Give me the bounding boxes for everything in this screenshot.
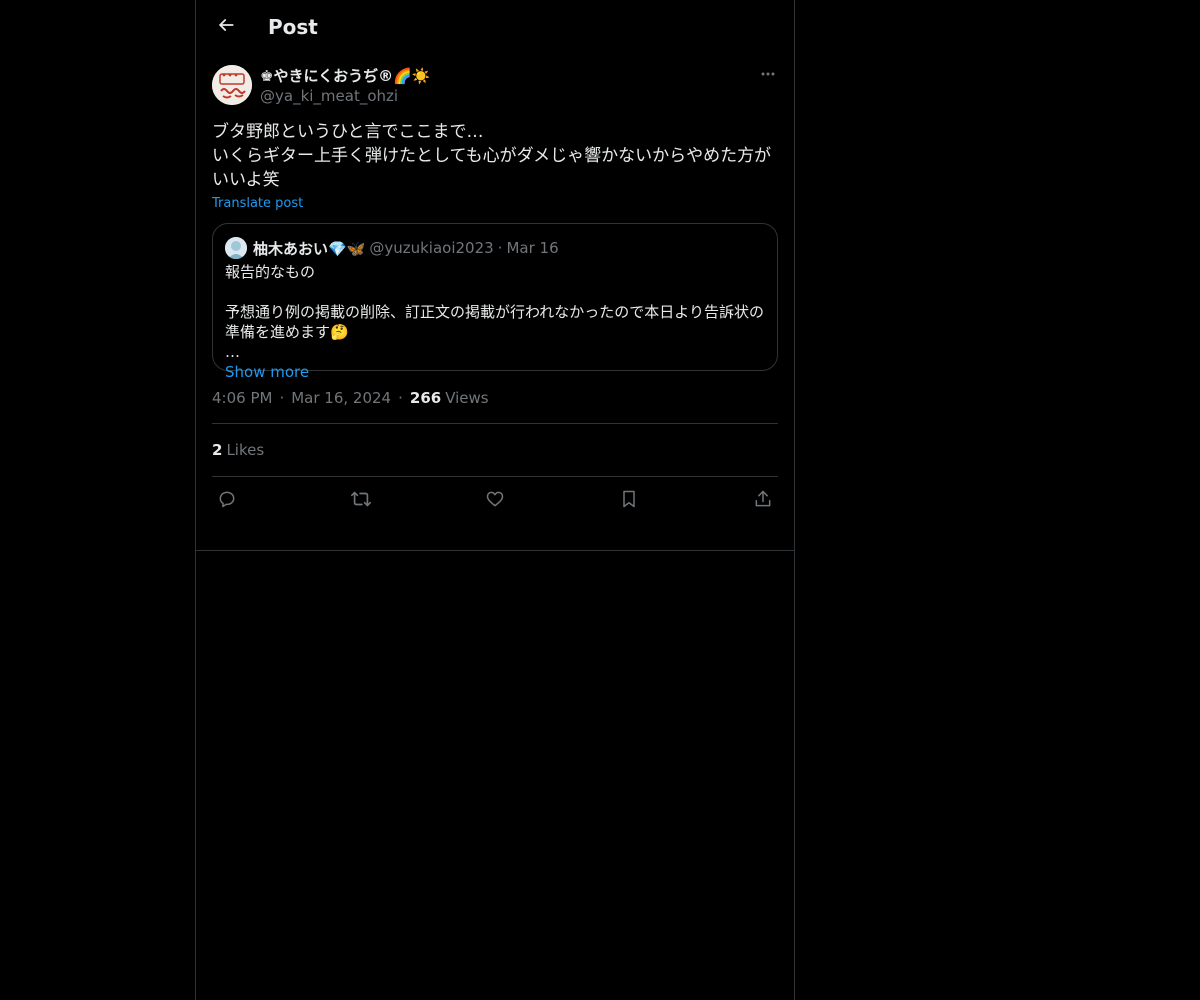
repost-button[interactable] [350,490,372,512]
top-bar: Post [196,0,794,54]
share-icon [753,489,773,513]
likes-label: Likes [226,441,265,459]
translate-post-link[interactable]: Translate post [212,195,303,213]
primary-column: Post ♚やきにくおうぢ®🌈☀️ @ya_ki_meat_ohzi ブタ野郎と… [195,0,795,1000]
repost-icon [350,488,372,514]
quote-author-handle: @yuzukiaoi2023 [369,239,494,257]
share-button[interactable] [752,490,774,512]
author-row: ♚やきにくおうぢ®🌈☀️ @ya_ki_meat_ohzi [212,64,778,116]
quote-text: 報告的なもの 予想通り例の掲載の削除、訂正文の掲載が行われなかったので本日より告… [225,263,764,361]
arrow-left-icon [216,15,236,39]
back-button[interactable] [206,7,246,47]
post-time[interactable]: 4:06 PM [212,389,272,407]
meta-separator: · [279,389,285,407]
quoted-post[interactable]: 柚木あおい💎🦋 @yuzukiaoi2023 · Mar 16 報告的なもの 予… [212,223,778,381]
section-divider [196,550,794,551]
more-horizontal-icon [760,66,776,86]
likes-row[interactable]: 2 Likes [212,424,778,477]
like-button[interactable] [484,490,506,512]
author-display-name[interactable]: ♚やきにくおうぢ®🌈☀️ [260,66,431,86]
action-bar [212,477,778,524]
meta-separator: · [398,389,403,407]
quote-author-name: 柚木あおい💎🦋 [253,239,366,258]
bookmark-button[interactable] [618,490,640,512]
views-count: 266 [409,389,442,407]
post-date[interactable]: Mar 16, 2024 [291,389,391,407]
quote-header: 柚木あおい💎🦋 @yuzukiaoi2023 · Mar 16 [225,236,765,260]
quote-date: Mar 16 [506,239,559,257]
author-handle[interactable]: @ya_ki_meat_ohzi [260,86,431,106]
quote-separator: · [497,239,503,257]
reply-icon [217,489,237,513]
bookmark-icon [619,489,639,513]
page-title: Post [268,15,318,39]
post-text: ブタ野郎というひと言でここまで… いくらギター上手く弾けたとしても心がダメじゃ響… [212,122,772,190]
post-meta: 4:06 PM · Mar 16, 2024 · 266 Views [212,387,778,424]
author-avatar[interactable] [212,65,252,105]
heart-icon [485,489,505,513]
more-button[interactable] [758,66,778,86]
likes-count: 2 [212,441,223,459]
views-label: Views [445,389,489,407]
post-detail: ♚やきにくおうぢ®🌈☀️ @ya_ki_meat_ohzi ブタ野郎というひと言… [196,64,794,524]
author-names: ♚やきにくおうぢ®🌈☀️ @ya_ki_meat_ohzi [260,66,431,106]
quote-author-avatar [225,237,247,259]
reply-button[interactable] [216,490,238,512]
show-more-link[interactable]: Show more [225,362,309,382]
